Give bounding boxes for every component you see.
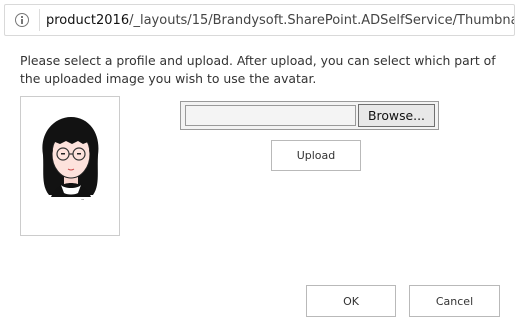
svg-text:~: ~ (81, 197, 84, 202)
url-path: /_layouts/15/Brandysoft.SharePoint.ADSel… (129, 12, 514, 28)
address-bar[interactable]: product2016/_layouts/15/Brandysoft.Share… (4, 4, 515, 36)
cancel-button[interactable]: Cancel (409, 285, 500, 317)
avatar-preview: ~ (20, 96, 120, 236)
info-icon[interactable] (15, 13, 29, 27)
address-separator (39, 9, 40, 31)
ok-button[interactable]: OK (306, 285, 396, 317)
file-path-field[interactable] (185, 105, 356, 126)
url-host: product2016 (46, 12, 130, 28)
avatar-illustration: ~ (42, 117, 99, 202)
file-input-group[interactable]: Browse... (180, 101, 439, 130)
browse-button[interactable]: Browse... (358, 104, 435, 127)
upload-button[interactable]: Upload (271, 140, 361, 171)
instructions-text: Please select a profile and upload. Afte… (20, 53, 496, 86)
url-text[interactable]: product2016/_layouts/15/Brandysoft.Share… (46, 13, 514, 28)
